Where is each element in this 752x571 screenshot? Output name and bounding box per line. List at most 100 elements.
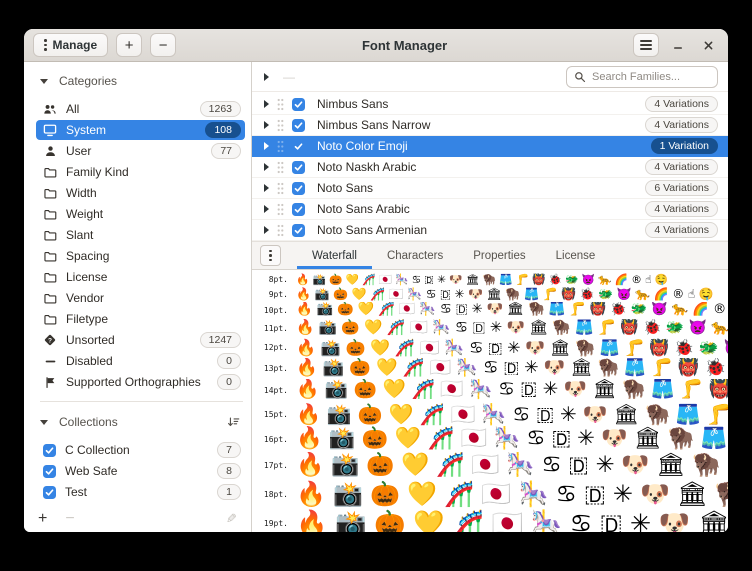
expander-right-icon[interactable] [264,100,269,108]
font-family-row[interactable]: Noto Color Emoji 1 Variation [252,136,728,157]
category-label: Family Kind [66,165,129,179]
sidebar-category-item[interactable]: License [36,267,245,287]
sort-collections-button[interactable] [226,415,241,429]
svg-text:?: ? [48,337,52,344]
sidebar-category-item[interactable]: Spacing [36,246,245,266]
sidebar-category-item[interactable]: All 1263 [36,99,245,119]
expander-right-icon[interactable] [264,226,269,234]
tab-waterfall[interactable]: Waterfall [297,242,372,269]
font-family-list: Nimbus Sans 4 Variations Nimbus Sans Nar… [252,92,728,241]
category-label: Supported Orthographies [66,375,201,389]
sidebar-scroll[interactable]: Categories All 1263 System 108 User 77 F… [24,62,251,505]
sidebar-collection-item[interactable]: C Collection 7 [36,440,245,460]
sidebar-category-item[interactable]: Disabled 0 [36,351,245,371]
minimize-button[interactable] [667,34,689,56]
font-family-row[interactable]: Noto Sans 6 Variations [252,178,728,199]
sidebar-category-item[interactable]: ? Unsorted 1247 [36,330,245,350]
sidebar-category-item[interactable]: User 77 [36,141,245,161]
variations-badge: 4 Variations [645,201,718,217]
sidebar-collection-item[interactable]: Web Safe 8 [36,461,245,481]
font-family-row[interactable]: Nimbus Sans Narrow 4 Variations [252,115,728,136]
font-list-header: — [252,62,728,92]
sidebar-separator [40,401,243,402]
manage-button[interactable]: Manage [33,33,108,57]
sidebar-category-item[interactable]: Width [36,183,245,203]
family-checkbox[interactable] [292,119,305,132]
sidebar-category-item[interactable]: Weight [36,204,245,224]
category-label: Disabled [66,354,113,368]
folder-icon [43,207,57,221]
drag-handle-icon[interactable] [277,161,284,174]
collection-label: Test [65,485,87,499]
font-family-row[interactable]: Nimbus Sans 4 Variations [252,94,728,115]
family-checkbox[interactable] [292,203,305,216]
expander-right-icon[interactable] [264,142,269,150]
font-family-row[interactable]: Noto Sans Armenian 4 Variations [252,220,728,241]
tab-license[interactable]: License [541,242,611,269]
drag-handle-icon[interactable] [277,224,284,237]
categories-header[interactable]: Categories [24,69,251,93]
count-badge: 77 [211,143,241,159]
preview-menu-button[interactable] [260,245,281,266]
minus-icon: − [159,38,168,53]
expander-right-icon[interactable] [264,184,269,192]
point-size-label: 18pt. [252,490,288,499]
drag-handle-icon[interactable] [277,119,284,132]
close-button[interactable] [697,34,719,56]
sidebar-category-item[interactable]: Slant [36,225,245,245]
count-badge: 108 [205,122,241,138]
sidebar-category-item[interactable]: System 108 [36,120,245,140]
font-family-row[interactable]: Noto Sans Arabic 4 Variations [252,199,728,220]
remove-fonts-button[interactable]: − [150,33,176,57]
drag-handle-icon[interactable] [277,203,284,216]
expander-right-icon[interactable] [264,205,269,213]
sidebar-collection-item[interactable]: Test 1 [36,482,245,502]
check-icon [294,121,303,130]
font-family-row[interactable]: Noto Naskh Arabic 4 Variations [252,157,728,178]
collection-list: C Collection 7 Web Safe 8 Test 1 [24,440,251,502]
person-icon [43,144,57,158]
waterfall-row: 8pt. 🔥📸🎃💛🎢🇯🇵🎠♋🇩✳🐶🏛🦬🩳🦵👹🐞🐲👿🐆🌈®☝🤤 [252,273,728,287]
family-checkbox[interactable] [292,140,305,153]
family-checkbox[interactable] [292,161,305,174]
family-name: Noto Sans Armenian [317,223,427,237]
edit-pencil-icon[interactable]: ✎ [226,511,237,527]
search-field[interactable] [566,66,718,88]
expander-right-icon[interactable] [264,121,269,129]
emoji-sample-text: 🔥📸🎃💛🎢🇯🇵🎠♋🇩✳🐶🏛🦬🩳🦵👹🐞🐲👿🐆🌈®☝🤤 [296,274,671,286]
point-size-label: 15pt. [252,410,288,419]
collection-checkbox[interactable] [43,486,56,499]
categories-header-label: Categories [59,74,117,88]
waterfall-row: 15pt. 🔥📸🎃💛🎢🇯🇵🎠♋🇩✳🐶🏛🦬🩳🦵👹🐞🐲👿🐆🌈®☝🤤 [252,402,728,426]
app-menu-button[interactable] [633,33,659,57]
drag-handle-icon[interactable] [277,140,284,153]
collection-checkbox[interactable] [43,465,56,478]
sidebar-category-item[interactable]: Family Kind [36,162,245,182]
family-checkbox[interactable] [292,182,305,195]
tab-properties[interactable]: Properties [458,242,540,269]
tab-characters[interactable]: Characters [372,242,458,269]
sidebar-category-item[interactable]: Vendor [36,288,245,308]
folder-icon [43,228,57,242]
collections-header[interactable]: Collections [24,410,251,434]
search-input[interactable] [592,71,710,83]
category-label: User [66,144,91,158]
manage-button-label: Manage [53,38,98,52]
drag-handle-icon[interactable] [277,182,284,195]
sidebar-category-item[interactable]: Supported Orthographies 0 [36,372,245,392]
family-checkbox[interactable] [292,98,305,111]
collection-checkbox[interactable] [43,444,56,457]
waterfall-preview[interactable]: 8pt. 🔥📸🎃💛🎢🇯🇵🎠♋🇩✳🐶🏛🦬🩳🦵👹🐞🐲👿🐆🌈®☝🤤 9pt. 🔥📸🎃💛… [252,270,728,532]
emoji-sample-text: 🔥📸🎃💛🎢🇯🇵🎠♋🇩✳🐶🏛🦬🩳🦵👹🐞🐲👿🐆🌈®☝🤤 [296,320,728,336]
category-label: Vendor [66,291,104,305]
family-name: Noto Naskh Arabic [317,160,416,174]
sidebar-category-item[interactable]: Filetype [36,309,245,329]
remove-collection-button[interactable]: − [65,511,74,527]
expand-all-icon[interactable] [264,73,269,81]
add-collection-button[interactable]: + [38,511,47,527]
add-fonts-button[interactable]: + [116,33,142,57]
drag-handle-icon[interactable] [277,98,284,111]
expander-right-icon[interactable] [264,163,269,171]
family-checkbox[interactable] [292,224,305,237]
kebab-menu-icon [269,250,272,262]
